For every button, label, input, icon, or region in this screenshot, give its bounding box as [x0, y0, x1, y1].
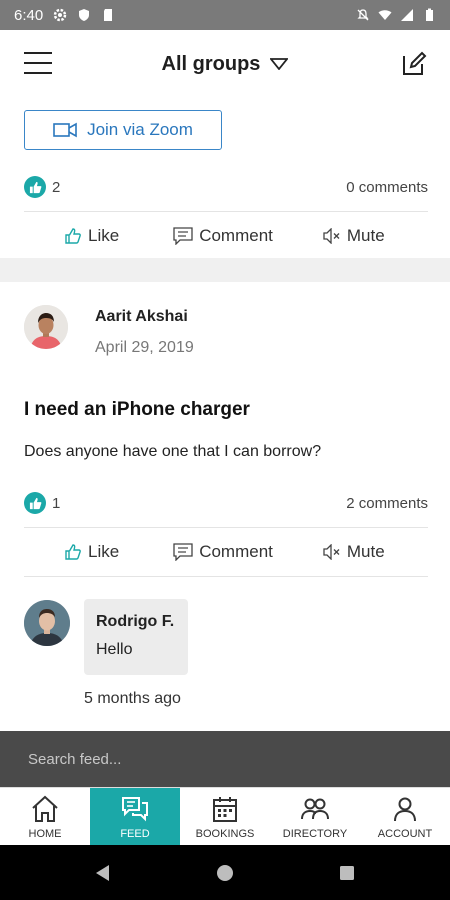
like-button[interactable]: Like	[64, 226, 119, 246]
tab-label: BOOKINGS	[195, 827, 255, 840]
mute-icon	[323, 544, 340, 560]
mute-label: Mute	[346, 542, 385, 561]
compose-icon[interactable]	[400, 50, 428, 78]
commenter-avatar[interactable]	[24, 600, 70, 646]
home-icon	[32, 795, 58, 822]
dropdown-triangle-icon	[270, 58, 289, 70]
comment-icon	[173, 543, 193, 561]
shield-icon	[79, 9, 90, 21]
thumbs-up-icon	[29, 497, 41, 509]
bottom-tab-bar: HOME FEED BOOKINGS DIRECTORY ACCOUNT	[0, 787, 450, 845]
tab-home[interactable]: HOME	[0, 788, 90, 845]
tab-label: DIRECTORY	[282, 827, 348, 840]
post-separator	[0, 258, 450, 282]
status-bar: 6:40	[0, 0, 450, 30]
comment-label: Comment	[199, 542, 273, 561]
settings-icon	[53, 8, 67, 22]
divider	[24, 527, 428, 528]
thumbs-up-outline-icon	[65, 544, 81, 560]
join-zoom-button[interactable]: Join via Zoom	[24, 110, 222, 150]
post-actions: Like Comment Mute	[24, 213, 428, 259]
status-time: 6:40	[14, 6, 44, 24]
like-button[interactable]: Like	[64, 542, 119, 562]
video-camera-icon	[53, 122, 77, 138]
group-selector[interactable]: All groups	[162, 53, 289, 76]
tab-label: HOME	[28, 827, 62, 840]
recents-icon[interactable]	[336, 862, 358, 884]
search-bar	[0, 731, 450, 787]
sd-card-icon	[104, 9, 113, 21]
tab-feed[interactable]: FEED	[90, 788, 180, 845]
notifications-off-icon	[357, 9, 369, 21]
people-icon	[301, 798, 329, 819]
back-icon[interactable]	[92, 862, 114, 884]
calendar-icon	[213, 796, 237, 822]
tab-directory[interactable]: DIRECTORY	[270, 788, 360, 845]
app-bar: All groups	[0, 30, 450, 98]
comment-count[interactable]: 0 comments	[346, 179, 428, 196]
like-count: 1	[52, 494, 61, 512]
post-date: April 29, 2019	[95, 339, 194, 356]
search-input[interactable]	[28, 750, 422, 768]
system-nav-bar	[0, 845, 450, 900]
battery-icon	[426, 8, 433, 21]
comment-count[interactable]: 2 comments	[346, 495, 428, 512]
post-title: I need an iPhone charger	[24, 399, 250, 420]
home-button-icon[interactable]	[214, 862, 236, 884]
thumbs-up-icon	[29, 181, 41, 193]
menu-icon[interactable]	[24, 52, 52, 76]
like-label: Like	[88, 542, 120, 561]
mute-button[interactable]: Mute	[323, 226, 385, 246]
comment-button[interactable]: Comment	[173, 226, 273, 246]
post-stats: 2 0 comments	[24, 172, 428, 202]
mute-button[interactable]: Mute	[323, 542, 385, 562]
comment-bubble: Rodrigo F. Hello	[84, 599, 188, 675]
author-avatar[interactable]	[24, 305, 68, 349]
comment-button[interactable]: Comment	[173, 542, 273, 562]
mute-icon	[323, 228, 340, 244]
divider	[24, 576, 428, 577]
comment-time: 5 months ago	[84, 690, 181, 707]
comment-label: Comment	[199, 226, 273, 245]
comment-text: Hello	[96, 641, 133, 658]
tab-label: FEED	[120, 827, 150, 840]
tab-bookings[interactable]: BOOKINGS	[180, 788, 270, 845]
post-body: Does anyone have one that I can borrow?	[24, 443, 322, 460]
signal-icon	[401, 9, 413, 21]
wifi-icon	[378, 10, 392, 20]
tab-account[interactable]: ACCOUNT	[360, 788, 450, 845]
divider	[24, 211, 428, 212]
thumbs-up-outline-icon	[65, 228, 81, 244]
person-icon	[394, 797, 416, 821]
like-label: Like	[88, 226, 120, 245]
post-stats: 1 2 comments	[24, 488, 428, 518]
commenter-name[interactable]: Rodrigo F.	[96, 613, 176, 631]
like-count: 2	[52, 178, 61, 196]
mute-label: Mute	[346, 226, 385, 245]
comment-icon	[173, 227, 193, 245]
join-zoom-label: Join via Zoom	[87, 120, 193, 139]
author-name[interactable]: Aarit Akshai	[95, 308, 188, 326]
post-actions: Like Comment Mute	[24, 529, 428, 575]
like-count-badge	[24, 492, 46, 514]
feed-icon	[122, 796, 148, 821]
tab-label: ACCOUNT	[377, 827, 433, 840]
page-title: All groups	[161, 52, 261, 75]
like-count-badge	[24, 176, 46, 198]
